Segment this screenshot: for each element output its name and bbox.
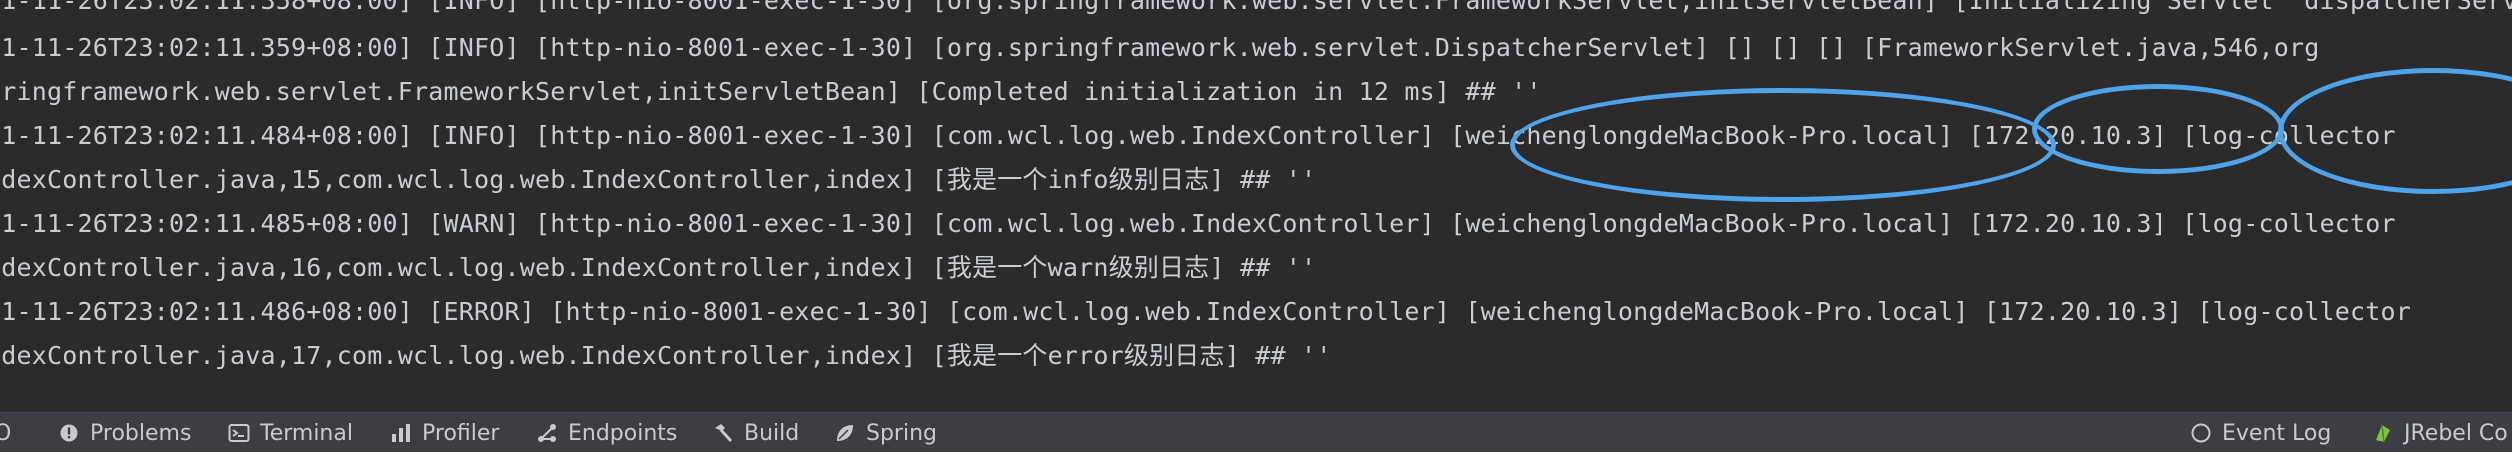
annotation-ellipse-hostname bbox=[1510, 88, 2056, 202]
annotation-ellipse-app-name bbox=[2278, 68, 2512, 194]
tool-window-label: JRebel Co bbox=[2404, 420, 2508, 446]
console-output[interactable]: 21-11-26T23:02:11.358+08:00] [INFO] [htt… bbox=[0, 0, 2512, 412]
tool-window-label: Problems bbox=[90, 420, 192, 446]
tool-window-build[interactable]: Build bbox=[712, 413, 799, 452]
log-line: ndexController.java,17,com.wcl.log.web.I… bbox=[0, 341, 1332, 370]
log-line: ndexController.java,15,com.wcl.log.web.I… bbox=[0, 165, 1317, 194]
spring-leaf-icon bbox=[834, 422, 856, 444]
log-line: 21-11-26T23:02:11.358+08:00] [INFO] [htt… bbox=[0, 0, 2512, 15]
annotation-ellipse-ip bbox=[2032, 84, 2284, 174]
tool-window-problems[interactable]: Problems bbox=[58, 413, 191, 452]
problems-icon bbox=[58, 422, 80, 444]
tool-window-label: Event Log bbox=[2222, 420, 2332, 446]
tool-window-label: Build bbox=[744, 420, 800, 446]
log-line: ndexController.java,16,com.wcl.log.web.I… bbox=[0, 253, 1317, 282]
bottom-tool-window-bar: O Problems Terminal Profiler Endpoints B… bbox=[0, 412, 2512, 452]
tool-window-label: Profiler bbox=[422, 420, 500, 446]
log-line: 21-11-26T23:02:11.485+08:00] [WARN] [htt… bbox=[0, 209, 2396, 238]
terminal-icon bbox=[228, 422, 250, 444]
tool-window-event-log[interactable]: Event Log bbox=[2190, 413, 2331, 452]
log-line: 21-11-26T23:02:11.486+08:00] [ERROR] [ht… bbox=[0, 297, 2411, 326]
tool-window-endpoints[interactable]: Endpoints bbox=[536, 413, 677, 452]
event-log-icon bbox=[2190, 422, 2212, 444]
tool-window-terminal[interactable]: Terminal bbox=[228, 413, 353, 452]
build-hammer-icon bbox=[712, 422, 734, 444]
tool-window-label: Terminal bbox=[260, 420, 353, 446]
log-line: 21-11-26T23:02:11.359+08:00] [INFO] [htt… bbox=[0, 33, 2320, 62]
log-line: pringframework.web.servlet.FrameworkServ… bbox=[0, 77, 1542, 106]
profiler-icon bbox=[390, 422, 412, 444]
tool-window-jrebel[interactable]: JRebel Co bbox=[2372, 413, 2508, 452]
endpoints-icon bbox=[536, 422, 558, 444]
tool-window-spring[interactable]: Spring bbox=[834, 413, 937, 452]
jrebel-icon bbox=[2372, 422, 2394, 444]
tool-window-label: Endpoints bbox=[568, 420, 678, 446]
tool-window-label: Spring bbox=[866, 420, 937, 446]
tool-window-label: O bbox=[0, 420, 12, 446]
tool-window-todo[interactable]: O bbox=[0, 413, 11, 452]
tool-window-profiler[interactable]: Profiler bbox=[390, 413, 499, 452]
